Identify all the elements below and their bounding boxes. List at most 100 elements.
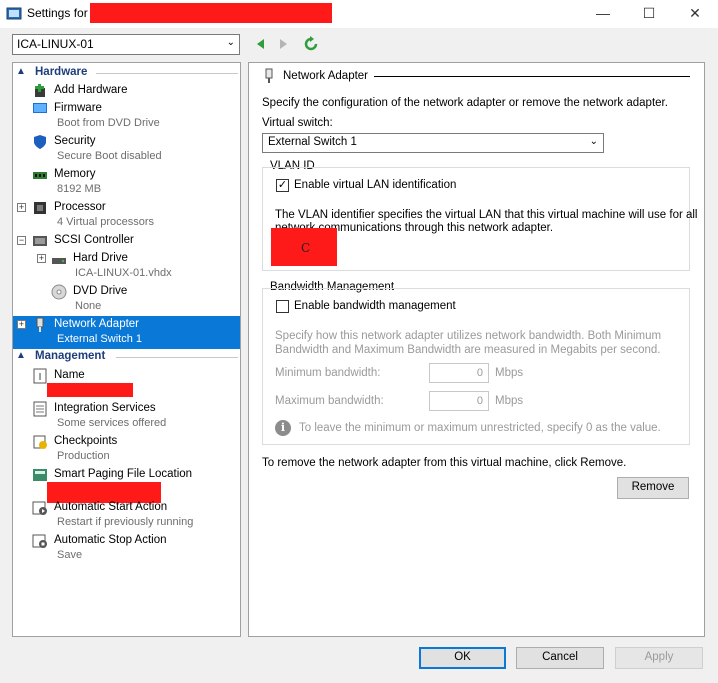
sidebar-item-automatic-start[interactable]: Automatic Start Action Restart if previo…	[13, 499, 240, 532]
redacted-vlan-id: C	[271, 228, 337, 266]
sidebar-item-detail: External Switch 1	[57, 333, 142, 345]
sidebar-item-memory[interactable]: Memory 8192 MB	[13, 166, 240, 199]
vm-selector[interactable]: ICA-LINUX-01 ⌄	[12, 34, 240, 55]
hardware-section-header[interactable]: ▲ Hardware	[14, 66, 240, 81]
collapse-minus-icon[interactable]: −	[17, 236, 26, 245]
bandwidth-description-line1: Specify how this network adapter utilize…	[275, 330, 662, 342]
expand-plus-icon[interactable]: +	[17, 320, 26, 329]
sidebar-item-label: Network Adapter	[54, 318, 140, 330]
ok-button[interactable]: OK	[419, 647, 506, 669]
integration-services-icon	[33, 401, 47, 417]
vm-selector-value: ICA-LINUX-01	[17, 37, 94, 51]
sidebar-item-label: Firmware	[54, 102, 102, 114]
refresh-icon[interactable]	[303, 36, 319, 52]
sidebar-item-detail: ICA-LINUX-01.vhdx	[75, 267, 172, 279]
automatic-start-icon	[32, 501, 47, 515]
cancel-button[interactable]: Cancel	[516, 647, 604, 669]
sidebar-item-label: Automatic Start Action	[54, 501, 168, 513]
sidebar-item-add-hardware[interactable]: Add Hardware	[13, 82, 240, 100]
shield-icon	[34, 135, 46, 149]
window-title: Settings for	[27, 6, 88, 20]
bandwidth-enable-label: Enable bandwidth management	[294, 300, 456, 312]
sidebar-item-smart-paging[interactable]: Smart Paging File Location	[13, 466, 240, 503]
sidebar-item-label: Smart Paging File Location	[54, 468, 193, 480]
previous-arrow-icon[interactable]	[253, 36, 269, 52]
maximum-bandwidth-label: Maximum bandwidth:	[275, 395, 384, 407]
sidebar-item-dvd-drive[interactable]: DVD Drive None	[13, 283, 240, 316]
dvd-disc-icon	[51, 284, 67, 300]
title-bar: Settings for — ☐ ✕	[0, 0, 718, 28]
sidebar-item-checkpoints[interactable]: Checkpoints Production	[13, 433, 240, 466]
maximize-button[interactable]: ☐	[639, 4, 659, 22]
sidebar-item-label: Automatic Stop Action	[54, 534, 167, 546]
name-tag-icon: I	[33, 368, 47, 384]
sidebar-item-scsi-controller[interactable]: − SCSI Controller	[13, 232, 240, 250]
apply-button: Apply	[615, 647, 703, 669]
management-section-header[interactable]: ▲ Management	[14, 350, 240, 365]
settings-tree: ▲ Hardware Add Hardware Firmware Boot fr…	[12, 62, 241, 637]
sidebar-item-detail: Save	[57, 549, 83, 561]
sidebar-item-integration-services[interactable]: Integration Services Some services offer…	[13, 400, 240, 433]
automatic-stop-icon	[32, 534, 47, 548]
sidebar-item-label: Security	[54, 135, 96, 147]
sidebar-item-label: Hard Drive	[73, 252, 128, 264]
sidebar-item-detail: Secure Boot disabled	[57, 150, 162, 162]
expand-plus-icon[interactable]: +	[17, 203, 26, 212]
info-icon: i	[275, 420, 291, 436]
sidebar-item-detail: 8192 MB	[57, 183, 102, 195]
title-divider	[374, 76, 690, 77]
virtual-switch-select[interactable]: External Switch 1 ⌄	[262, 133, 604, 153]
redacted-vm-name	[47, 383, 133, 397]
sidebar-item-label: Integration Services	[54, 402, 156, 414]
sidebar-item-firmware[interactable]: Firmware Boot from DVD Drive	[13, 100, 240, 133]
processor-icon	[34, 202, 46, 214]
collapse-caret-icon: ▲	[16, 350, 26, 361]
sidebar-item-label: DVD Drive	[73, 285, 128, 297]
maximum-bandwidth-unit: Mbps	[495, 395, 524, 407]
firmware-icon	[33, 103, 47, 113]
panel-description: Specify the configuration of the network…	[262, 97, 668, 109]
sidebar-item-detail: Production	[57, 450, 110, 462]
section-divider	[116, 357, 238, 358]
svg-text:I: I	[39, 372, 42, 383]
minimum-bandwidth-unit: Mbps	[495, 367, 524, 379]
minimum-bandwidth-label: Minimum bandwidth:	[275, 367, 381, 379]
sidebar-item-detail: None	[75, 300, 102, 312]
sidebar-item-detail: Boot from DVD Drive	[57, 117, 160, 129]
minimum-bandwidth-input[interactable]: 0	[429, 363, 489, 383]
memory-icon	[33, 172, 47, 179]
bandwidth-enable-checkbox[interactable]	[276, 300, 289, 313]
virtual-switch-label: Virtual switch:	[262, 117, 333, 129]
collapse-caret-icon: ▲	[16, 66, 26, 77]
remove-instruction: To remove the network adapter from this …	[262, 457, 627, 469]
sidebar-item-detail: Some services offered	[57, 417, 167, 429]
sidebar-item-network-adapter[interactable]: + Network Adapter External Switch 1	[13, 316, 240, 349]
maximum-bandwidth-input[interactable]: 0	[429, 391, 489, 411]
section-divider	[96, 73, 238, 74]
sidebar-item-security[interactable]: Security Secure Boot disabled	[13, 133, 240, 166]
sidebar-item-hard-drive[interactable]: + Hard Drive ICA-LINUX-01.vhdx	[13, 250, 240, 283]
vlan-description-line1: The VLAN identifier specifies the virtua…	[275, 209, 698, 221]
bandwidth-description-line2: Bandwidth and Maximum Bandwidth are meas…	[275, 344, 661, 356]
sidebar-item-detail: Restart if previously running	[57, 516, 194, 528]
smart-paging-icon	[33, 469, 47, 481]
vlan-enable-checkbox[interactable]: ✓	[276, 179, 289, 192]
close-button[interactable]: ✕	[685, 4, 705, 22]
sidebar-item-label: Checkpoints	[54, 435, 118, 447]
checkpoints-icon	[33, 435, 47, 449]
sidebar-item-label: Processor	[54, 201, 106, 213]
add-hardware-icon	[35, 84, 45, 97]
sidebar-item-label: Name	[54, 369, 85, 381]
expand-plus-icon[interactable]: +	[37, 254, 46, 263]
next-arrow-icon[interactable]	[275, 36, 291, 52]
scsi-controller-icon	[33, 236, 47, 246]
network-adapter-panel: Network Adapter Specify the configuratio…	[248, 62, 705, 637]
network-adapter-icon	[265, 68, 273, 83]
sidebar-item-label: Memory	[54, 168, 96, 180]
sidebar-item-processor[interactable]: + Processor 4 Virtual processors	[13, 199, 240, 232]
remove-button[interactable]: Remove	[617, 477, 689, 499]
sidebar-item-automatic-stop[interactable]: Automatic Stop Action Save	[13, 532, 240, 565]
minimize-button[interactable]: —	[593, 4, 613, 22]
settings-window-icon	[6, 7, 22, 20]
sidebar-item-name[interactable]: I Name	[13, 367, 240, 400]
